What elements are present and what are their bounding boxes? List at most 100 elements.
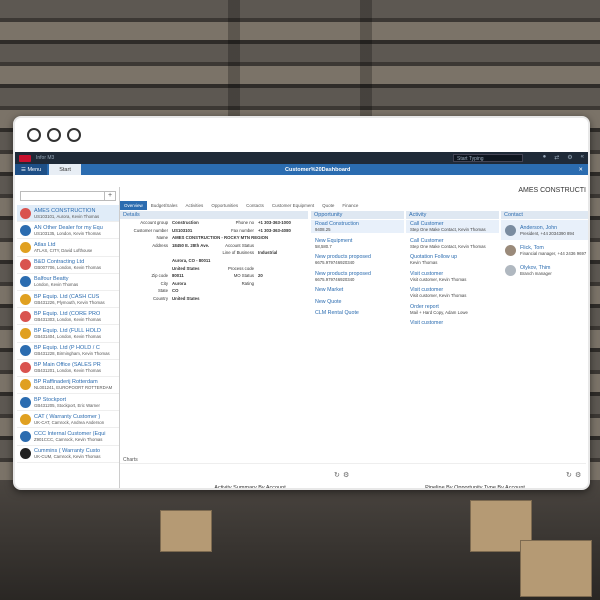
customer-list-item[interactable]: BP Equip. Ltd (P HOLD / C GB431228, Birmi… — [17, 343, 119, 360]
details-label: Fax number — [231, 227, 254, 233]
details-value: US103101 — [172, 227, 193, 233]
activity-item[interactable]: Order report Mail + Hard Copy, Adam Lowe — [406, 303, 499, 316]
dashboard-main: AMES CONSTRUCTI Overview Budget/Sales Acti… — [120, 187, 588, 488]
window-dot-maximize[interactable] — [67, 128, 81, 142]
customer-list-item[interactable]: AN Other Dealer for my Equ US103135, Lond… — [17, 222, 119, 240]
contact-item[interactable]: Anderson, John President, +44 2034390 894 — [501, 220, 588, 240]
customer-text: BP Main Office (SALES PR GB431201, London… — [34, 362, 101, 373]
details-label: Address — [152, 242, 168, 248]
activity-subtitle: Visit customer, Kevin Thomas — [410, 276, 467, 282]
customer-list-item[interactable]: BP Equip. Ltd (FULL HOLD GB431404, London… — [17, 325, 119, 343]
page-title: Customer%20Dashboard — [285, 166, 351, 173]
activity-item[interactable]: Visit customer Visit customer, Kevin Thom… — [406, 270, 499, 283]
details-value: Aurora, CO - 80011 — [172, 257, 211, 263]
activity-pie-chart: Activity Summary By AccountFollow up: 7% — [214, 485, 286, 488]
customer-subtitle: GB431226, Plymouth, Kevin Thomas — [34, 299, 105, 305]
tab-contacts[interactable]: Contacts — [242, 201, 268, 210]
customer-avatar-icon — [20, 448, 31, 460]
customer-text: BP Raffinaderij Rotterdam NL001241, EUROP… — [34, 379, 112, 390]
tab-opportunities[interactable]: Opportunities — [207, 201, 242, 210]
refresh-icon[interactable]: ↻ — [334, 472, 340, 479]
customer-list-item[interactable]: CCC Internal Customer (Equi Z901CCC, Camr… — [17, 428, 119, 446]
app-breadcrumb[interactable]: Infor M3 — [36, 155, 54, 161]
warehouse-box — [160, 510, 212, 552]
company-name: AMES CONSTRUCTI — [518, 187, 586, 194]
customer-text: CCC Internal Customer (Equi Z901CCC, Camr… — [34, 431, 106, 442]
tab-overview[interactable]: Overview — [120, 201, 147, 210]
start-tab[interactable]: Start — [49, 164, 81, 175]
customer-list-item[interactable]: AMES CONSTRUCTION US103101, Aurora, Kevin… — [17, 205, 119, 223]
customer-text: Cummins ( Warranty Custo UK-CUM, Camrock,… — [34, 448, 101, 459]
customer-list-item[interactable]: B&D Contracting Ltd GB007706, London, Kev… — [17, 257, 119, 274]
window-dot-close[interactable] — [27, 128, 41, 142]
activity-title: Visit customer — [410, 320, 444, 326]
activity-item[interactable]: Call Customer Step One Make Contact, Kevi… — [406, 237, 499, 250]
details-label: MO Status — [233, 273, 254, 279]
details-label: City — [160, 280, 168, 286]
opportunity-item[interactable]: New products proposed 6675.979746920340 — [311, 253, 404, 266]
details-value: +1 303-363-4080 — [258, 227, 291, 233]
opportunity-item[interactable]: New Equipment 58,580.7 — [311, 237, 404, 250]
opportunity-item[interactable]: CLM Rental Quote — [311, 309, 404, 317]
close-icon[interactable]: ✕ — [578, 167, 583, 173]
details-row: Line of Business Industrial — [120, 250, 310, 258]
opportunity-item[interactable]: New Market — [311, 286, 404, 294]
activity-item[interactable]: Quotation Follow up Kevin Thomas — [406, 253, 499, 266]
customer-list-item[interactable]: BP Stockport GB431205, Stockport, Eric Wa… — [17, 394, 119, 412]
customer-list-item[interactable]: Cummins ( Warranty Custo UK-CUM, Camrock,… — [17, 446, 119, 463]
global-search-input[interactable]: Start Typing — [453, 154, 523, 162]
collapse-icon[interactable]: « — [581, 154, 584, 161]
contact-text: Anderson, John President, +44 2034390 894 — [520, 225, 574, 236]
tab-budget-sales[interactable]: Budget/Sales — [147, 201, 182, 210]
customer-list-item[interactable]: BP Raffinaderij Rotterdam NL001241, EUROP… — [17, 377, 119, 395]
activity-item[interactable]: Visit customer Visit customer, Kevin Thom… — [406, 286, 499, 299]
customer-text: AN Other Dealer for my Equ US103135, Lond… — [34, 225, 103, 236]
customer-subtitle: US103101, Aurora, Kevin Thomas — [34, 213, 100, 219]
customer-avatar-icon — [20, 259, 31, 271]
activity-item[interactable]: Call Customer Step One Make Contact, Kevi… — [406, 220, 499, 233]
details-label: Customer number — [133, 227, 168, 233]
add-customer-icon[interactable]: + — [104, 192, 115, 200]
customer-list-item[interactable]: BP Equip. Ltd (CASH CUS GB431226, Plymout… — [17, 291, 119, 309]
details-label: Rating — [241, 280, 254, 286]
details-label: Account group — [140, 220, 168, 225]
customer-list-item[interactable]: Atlas Ltd ATLAS, CITY, David Lofthouse — [17, 239, 119, 257]
customer-subtitle: UK-CAT, Camrock, Andrea Anderson — [34, 419, 105, 425]
settings-icon[interactable]: ⚙ — [575, 471, 581, 479]
menu-button[interactable]: ☰ Menu — [15, 164, 48, 175]
customer-list-item[interactable]: BP Main Office (SALES PR GB431201, London… — [17, 360, 119, 377]
tab-activities[interactable]: Activities — [182, 201, 208, 210]
opportunity-title: New Quote — [315, 298, 342, 305]
user-icon[interactable]: ● — [543, 154, 547, 161]
contact-avatar — [505, 264, 516, 276]
customer-list-item[interactable]: Balfour Beatty London, Kevin Thomas — [17, 274, 119, 291]
customer-search-input[interactable] — [21, 192, 104, 200]
opportunity-item[interactable]: New Quote — [311, 298, 404, 306]
contact-item[interactable]: Flick, Tom Financial manager, +44 2436 96… — [501, 240, 588, 260]
app-topbar: Infor M3 Start Typing ● ⇄ ⚙ « — [15, 152, 588, 164]
details-value: 20 — [258, 273, 263, 279]
settings-icon[interactable]: ⚙ — [567, 154, 572, 161]
details-row: Country United States — [120, 296, 310, 304]
customer-subtitle: UK-CUM, Camrock, Kevin Thomas — [34, 454, 101, 460]
customer-list-item[interactable]: BP Equip. Ltd (CORE PRO GB431303, London,… — [17, 308, 119, 326]
details-value: Aurora — [172, 280, 187, 286]
refresh-icon[interactable]: ↻ — [566, 472, 572, 479]
details-row: Name AMES CONSTRUCTION - ROCKY MTN REGION — [120, 235, 310, 243]
tab-customer-equipment[interactable]: Customer Equipment — [268, 201, 318, 210]
customer-name: BP Equip. Ltd (CORE PRO — [34, 310, 101, 317]
details-value: United States — [172, 295, 200, 301]
customer-avatar-icon — [20, 224, 31, 236]
opportunity-item[interactable]: New products proposed 6675.979746920340 — [311, 270, 404, 283]
settings-icon[interactable]: ⚙ — [343, 471, 349, 479]
customer-name: AN Other Dealer for my Equ — [34, 224, 103, 231]
tab-finance[interactable]: Finance — [338, 201, 362, 210]
customer-list-item[interactable]: CAT ( Warranty Customer ) UK-CAT, Camrock… — [17, 411, 119, 429]
tab-quote[interactable]: Quote — [318, 201, 338, 210]
activity-item[interactable]: Visit customer — [406, 319, 499, 327]
opportunity-item[interactable]: Road Construction 9408.25 — [311, 220, 404, 233]
opportunity-title: New Market — [315, 287, 344, 293]
contact-item[interactable]: Olykov, Thim Branch manager — [501, 260, 588, 280]
window-dot-minimize[interactable] — [47, 128, 61, 142]
share-icon[interactable]: ⇄ — [554, 154, 559, 161]
